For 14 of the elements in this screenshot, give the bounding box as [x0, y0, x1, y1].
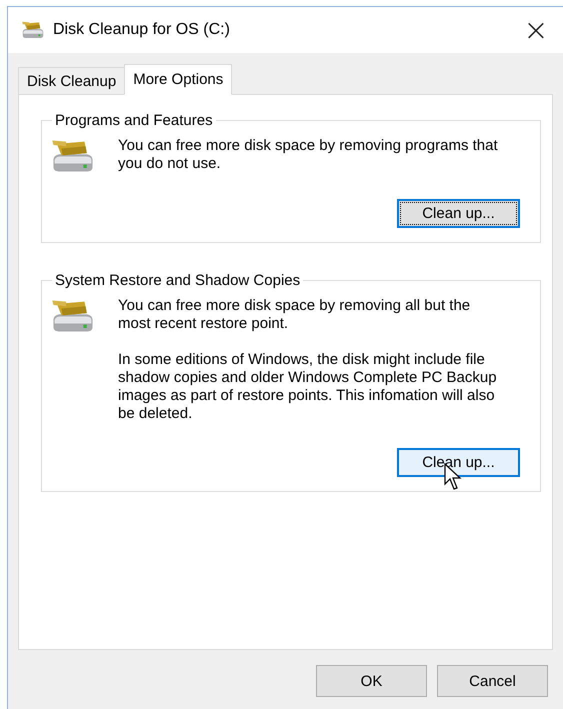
description-text: You can free more disk space by removing all but the most recent restore point. [118, 296, 472, 333]
group-title: Programs and Features [54, 112, 214, 129]
tab[interactable]: Disk Cleanup [18, 67, 126, 95]
description-text: In some editions of Windows, the disk might include file shadow copies and older Windows Complete PC Backup images as part of restore points. This infomation will also be deleted. [118, 350, 498, 423]
tab[interactable]: More Options [124, 64, 232, 95]
dialog-button[interactable]: Cancel [437, 665, 548, 697]
close-button[interactable]: × [513, 7, 559, 53]
clean-up-button[interactable]: Clean up... [397, 448, 520, 477]
clean-up-button[interactable]: Clean up... [397, 198, 520, 228]
disk-cleanup-icon [21, 20, 45, 40]
dialog-button[interactable]: OK [316, 665, 427, 697]
window-title: Disk Cleanup for OS (C:) [53, 21, 231, 39]
group-title: System Restore and Shadow Copies [54, 272, 302, 289]
description-text: You can free more disk space by removing programs that you do not use. [118, 137, 499, 173]
